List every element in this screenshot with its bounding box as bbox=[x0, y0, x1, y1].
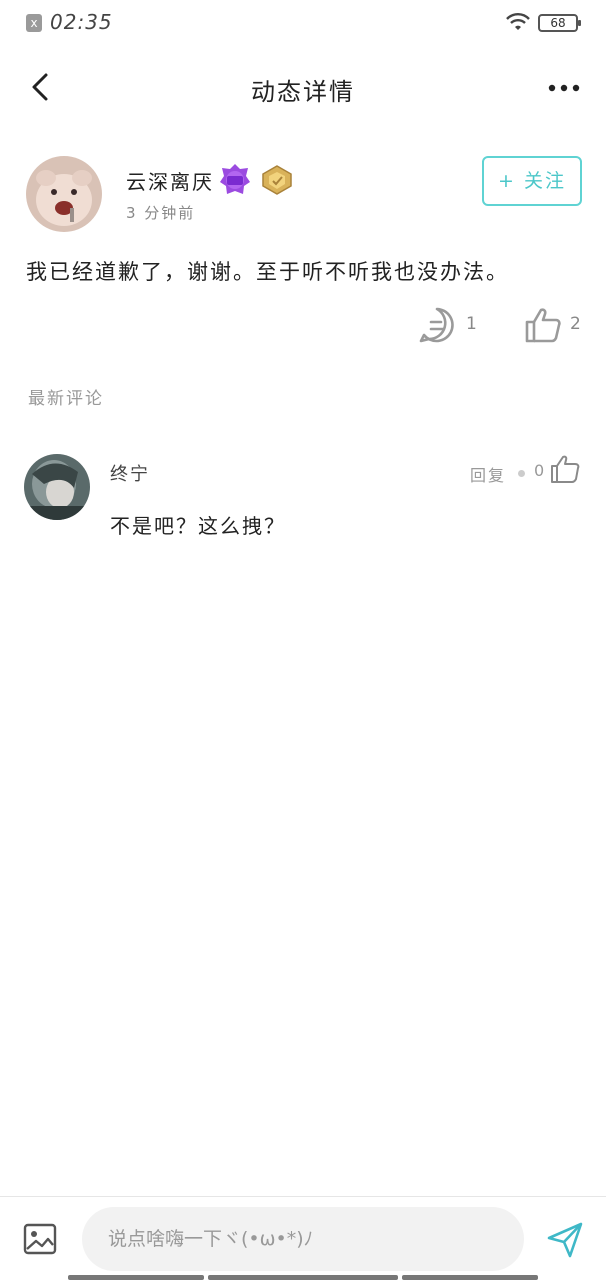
separator-dot bbox=[518, 470, 525, 477]
gesture-bar-segment bbox=[208, 1275, 398, 1280]
send-button[interactable] bbox=[546, 1221, 584, 1259]
commenter-avatar[interactable] bbox=[24, 454, 90, 520]
comment-input-bar bbox=[0, 1196, 606, 1280]
status-time: 02:35 bbox=[50, 10, 113, 34]
comment-item: 终宁 回复 0 不是吧？这么拽？ bbox=[0, 450, 606, 550]
status-bar: x 02:35 68 bbox=[0, 0, 606, 46]
send-icon bbox=[547, 1222, 583, 1258]
reply-button[interactable]: 回复 bbox=[470, 462, 506, 486]
post-content: 我已经道歉了，谢谢。至于听不听我也没办法。 bbox=[26, 260, 509, 284]
vip-badge-icon bbox=[220, 164, 250, 194]
like-button[interactable]: 2 bbox=[524, 306, 584, 346]
gesture-bar-segment bbox=[402, 1275, 538, 1280]
wifi-icon bbox=[506, 13, 530, 30]
comment-icon bbox=[419, 307, 454, 343]
comment-count-button[interactable]: 1 bbox=[418, 306, 478, 346]
more-dots-icon bbox=[548, 84, 580, 92]
comment-thumbs-up-icon[interactable] bbox=[550, 454, 580, 484]
follow-button[interactable]: + 关注 bbox=[482, 156, 582, 206]
user-avatar[interactable] bbox=[26, 156, 102, 232]
thumbs-up-icon bbox=[525, 308, 561, 343]
comment-text: 不是吧？这么拽？ bbox=[110, 514, 286, 538]
username[interactable]: 云深离厌 bbox=[126, 166, 214, 195]
gesture-bar-segment bbox=[68, 1275, 204, 1280]
latest-comments-label: 最新评论 bbox=[28, 389, 104, 409]
battery-indicator: 68 bbox=[538, 14, 581, 32]
image-upload-button[interactable] bbox=[22, 1221, 58, 1257]
notification-icon: x bbox=[26, 14, 42, 32]
image-icon bbox=[23, 1223, 57, 1255]
page-title: 动态详情 bbox=[251, 78, 355, 106]
like-count: 2 bbox=[570, 314, 581, 334]
gold-level-badge-icon bbox=[262, 165, 292, 195]
page-header: 动态详情 bbox=[0, 56, 606, 120]
comment-input[interactable] bbox=[82, 1207, 524, 1271]
comment-like-count: 0 bbox=[534, 461, 545, 480]
post-timestamp: 3 分钟前 bbox=[126, 204, 196, 222]
comment-count: 1 bbox=[466, 314, 477, 334]
more-button[interactable] bbox=[546, 76, 582, 100]
commenter-name[interactable]: 终宁 bbox=[110, 460, 150, 486]
